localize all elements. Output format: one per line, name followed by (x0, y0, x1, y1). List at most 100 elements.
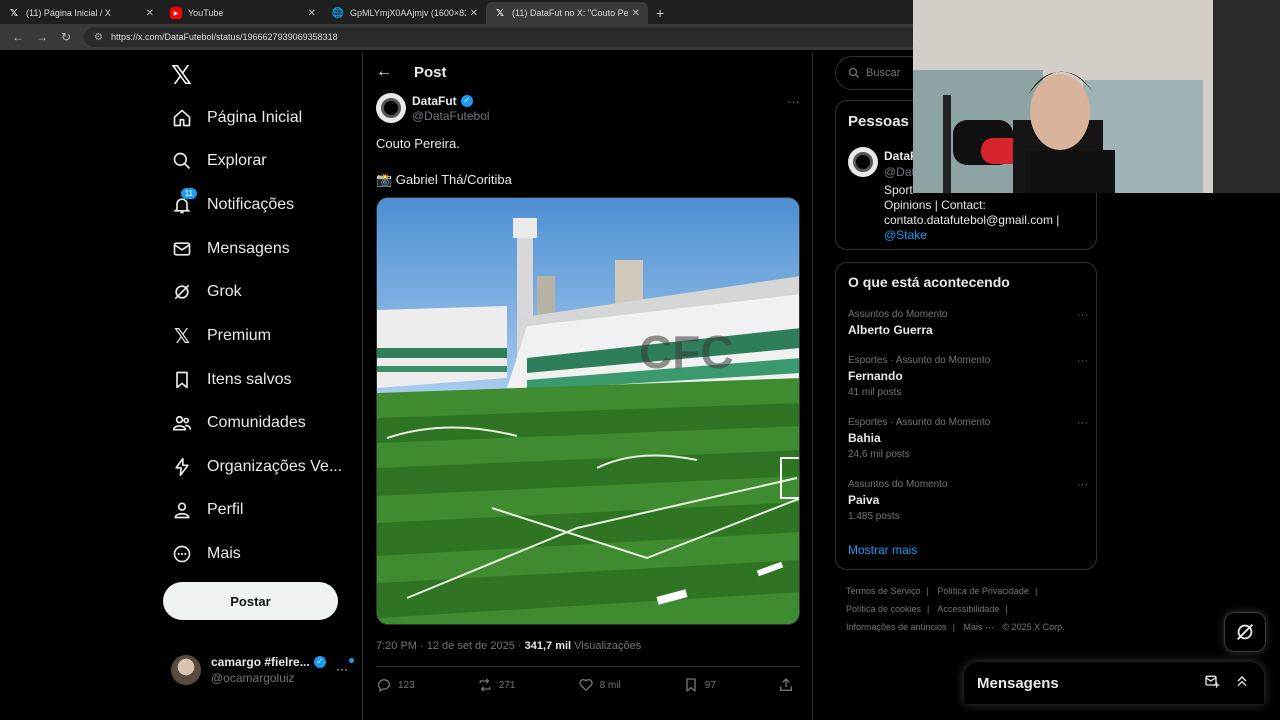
footer-cookies[interactable]: Política de cookies (846, 604, 921, 614)
footer-ads[interactable]: Informações de anúncios (846, 622, 947, 632)
more-dots-icon[interactable]: ··· (336, 662, 348, 676)
close-tab-icon[interactable]: ✕ (632, 8, 640, 19)
bookmark-button[interactable]: 97 (683, 677, 716, 693)
notification-badge: 11 (180, 188, 197, 199)
stadium-photo: CFC (377, 198, 799, 624)
messages-drawer[interactable]: Mensagens (964, 662, 1264, 704)
nav-item-label: Página Inicial (207, 109, 303, 126)
browser-tab-image[interactable]: 🌐 GpMLYmjX0AAjmjv (1600×834) ✕ (324, 2, 486, 24)
expand-chevron-icon[interactable] (1234, 673, 1250, 694)
back-arrow-icon[interactable]: ← (6, 30, 30, 44)
trend-name: Fernando (848, 369, 903, 383)
footer-terms[interactable]: Termos de Serviço (846, 586, 921, 596)
close-tab-icon[interactable]: ✕ (308, 8, 316, 19)
close-tab-icon[interactable]: ✕ (146, 8, 154, 19)
site-settings-icon[interactable]: ⚙ (94, 32, 103, 43)
account-handle: @ocamargoluiz (211, 671, 295, 685)
close-tab-icon[interactable]: ✕ (470, 8, 478, 19)
trend-count: 41 mil posts (848, 387, 902, 398)
person-handle[interactable]: @Dat (884, 165, 915, 180)
webcam-overlay (913, 0, 1280, 193)
divider (376, 666, 800, 667)
post-time[interactable]: 7:20 PM · 12 de set de 2025 · (376, 640, 522, 652)
more-circle-icon (171, 543, 193, 565)
footer-links: Informações de anúncios | Mais ··· © 2025… (846, 622, 1065, 632)
main-column: ← Post DataFut ✓ @DataFutebol ··· Couto … (362, 52, 813, 720)
forward-arrow-icon[interactable]: → (30, 30, 54, 44)
new-tab-icon[interactable]: + (648, 5, 672, 24)
browser-tab-home[interactable]: 𝕏 (11) Página Inicial / X ✕ (0, 2, 162, 24)
back-arrow-icon[interactable]: ← (376, 63, 392, 81)
share-button[interactable] (778, 677, 800, 693)
bookmark-icon (171, 369, 193, 391)
nav-item-home[interactable]: Página Inicial (171, 98, 302, 138)
browser-tab-datafut[interactable]: 𝕏 (11) DataFut no X: "Couto Pereira ✕ (486, 2, 648, 24)
repost-button[interactable]: 271 (477, 677, 516, 693)
author-name[interactable]: DataFut ✓ (412, 94, 490, 108)
person-avatar[interactable] (848, 147, 878, 177)
url-field[interactable]: ⚙ https://x.com/DataFutebol/status/19666… (84, 27, 924, 47)
trend-category: Assuntos do Momento (848, 479, 948, 490)
post-image[interactable]: CFC (376, 197, 800, 625)
post-button[interactable]: Postar (163, 582, 338, 620)
nav-item-profile[interactable]: Perfil (171, 490, 243, 530)
repost-icon (479, 678, 491, 692)
nav-item-grok[interactable]: Grok (171, 272, 242, 312)
nav-item-label: Organizações Ve... (207, 458, 343, 475)
messages-drawer-title: Mensagens (977, 674, 1059, 692)
trend-item[interactable]: Assuntos do Momento Paiva 1.485 posts ··… (848, 479, 1088, 522)
trend-more-icon[interactable]: ··· (1077, 355, 1088, 367)
nav-item-bookmarks[interactable]: Itens salvos (171, 360, 291, 400)
account-name: camargo #fielre... ✓ (211, 655, 326, 669)
new-message-icon[interactable] (1204, 673, 1220, 694)
nav-item-messages[interactable]: Mensagens (171, 229, 290, 269)
image-favicon-icon: 🌐 (331, 7, 345, 19)
footer-more[interactable]: Mais ··· (963, 622, 994, 632)
nav-item-explore[interactable]: Explorar (171, 141, 267, 181)
webcam-video (913, 0, 1280, 193)
like-button[interactable]: 8 mil (578, 677, 621, 693)
account-name-text: camargo #fielre... (211, 655, 310, 669)
people-title: Pessoas (848, 113, 909, 130)
author-avatar[interactable] (376, 93, 406, 123)
people-icon (171, 412, 193, 434)
nav-item-premium[interactable]: 𝕏 Premium (171, 316, 271, 356)
person-bio-link[interactable]: @Stake (884, 228, 927, 243)
reply-button[interactable]: 123 (376, 677, 415, 693)
show-more-link[interactable]: Mostrar mais (848, 543, 917, 557)
account-switcher[interactable]: camargo #fielre... ✓ @ocamargoluiz ··· (171, 650, 356, 690)
trend-name: Paiva (848, 493, 880, 507)
trend-name: Bahia (848, 431, 881, 445)
trend-more-icon[interactable]: ··· (1077, 417, 1088, 429)
person-icon (171, 499, 193, 521)
nav-item-notifications[interactable]: 11 Notificações (171, 185, 294, 225)
author-handle[interactable]: @DataFutebol (412, 109, 490, 123)
grok-floating-button[interactable] (1224, 612, 1266, 652)
post-header: ← Post (363, 52, 812, 92)
repost-count: 271 (498, 679, 516, 691)
x-logo-icon[interactable]: 𝕏 (171, 60, 192, 91)
reload-icon[interactable]: ↻ (54, 30, 78, 44)
trend-item[interactable]: Assuntos do Momento Alberto Guerra ··· (848, 309, 1088, 337)
nav-item-more[interactable]: Mais (171, 534, 241, 574)
footer-accessibility[interactable]: Accessibilidade (937, 604, 999, 614)
search-icon (848, 67, 859, 78)
mail-icon (171, 238, 193, 260)
views-count: 341,7 mil (524, 640, 572, 652)
lightning-icon (171, 456, 193, 478)
nav-item-organizations[interactable]: Organizações Ve... (171, 447, 342, 487)
trend-item[interactable]: Esportes · Assunto do Momento Bahia 24,6… (848, 417, 1088, 460)
trends-title: O que está acontecendo (848, 274, 1010, 290)
nav-item-communities[interactable]: Comunidades (171, 403, 306, 443)
share-icon (780, 678, 792, 691)
trend-more-icon[interactable]: ··· (1077, 309, 1088, 321)
bell-icon: 11 (171, 188, 197, 216)
post-more-icon[interactable]: ··· (787, 94, 800, 109)
browser-tab-youtube[interactable]: ▶ YouTube ✕ (162, 2, 324, 24)
post-author[interactable]: DataFut ✓ @DataFutebol (376, 93, 490, 123)
like-count: 8 mil (599, 679, 621, 691)
grok-icon (1237, 624, 1253, 640)
trend-item[interactable]: Esportes · Assunto do Momento Fernando 4… (848, 355, 1088, 398)
footer-privacy[interactable]: Política de Privacidade (937, 586, 1029, 596)
trend-more-icon[interactable]: ··· (1077, 479, 1088, 491)
